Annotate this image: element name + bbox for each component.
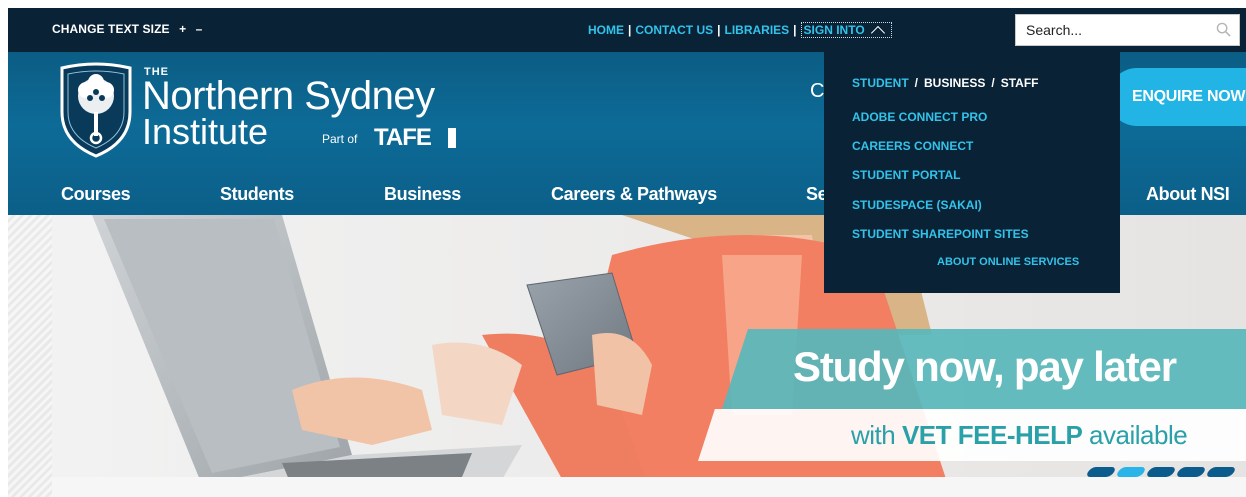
tab-business[interactable]: BUSINESS bbox=[924, 76, 985, 90]
nav-about-nsi[interactable]: About NSI bbox=[1146, 184, 1230, 205]
enquire-now-button[interactable]: ENQUIRE NOW bbox=[1108, 68, 1246, 126]
promo-sub-suffix: available bbox=[1082, 420, 1188, 450]
menu-item-student-sharepoint-sites[interactable]: STUDENT SHAREPOINT SITES bbox=[852, 227, 1029, 241]
carousel-dot-1[interactable] bbox=[1085, 467, 1117, 477]
carousel-dot-4[interactable] bbox=[1175, 467, 1207, 477]
menu-item-careers-connect[interactable]: CAREERS CONNECT bbox=[852, 139, 973, 153]
tafe-logo: TAFE bbox=[374, 124, 432, 151]
hero-left-pattern bbox=[8, 215, 53, 497]
text-size-control: CHANGE TEXT SIZE + – bbox=[52, 22, 202, 36]
promo-sub-prefix: with bbox=[851, 420, 902, 450]
nav-students[interactable]: Students bbox=[220, 184, 294, 205]
dropdown-tabs: STUDENT / BUSINESS / STAFF bbox=[852, 76, 1039, 90]
header-partial-text: C bbox=[810, 80, 825, 102]
logo-part-of: Part of bbox=[322, 132, 358, 146]
decrease-text-size-button[interactable]: – bbox=[196, 22, 203, 36]
libraries-link[interactable]: LIBRARIES bbox=[725, 23, 790, 37]
menu-item-studespace-sakai[interactable]: STUDESPACE (SAKAI) bbox=[852, 198, 982, 212]
contact-us-link[interactable]: CONTACT US bbox=[635, 23, 713, 37]
sign-into-dropdown: STUDENT / BUSINESS / STAFF ADOBE CONNECT PRO… bbox=[824, 52, 1120, 293]
text-size-label: CHANGE TEXT SIZE bbox=[52, 22, 170, 36]
utility-links: HOME | CONTACT US | LIBRARIES | SIGN INTO bbox=[588, 22, 892, 41]
divider: | bbox=[717, 23, 721, 37]
sign-into-toggle[interactable]: SIGN INTO bbox=[800, 22, 892, 41]
promo-subheadline: with VET FEE-HELP available bbox=[851, 420, 1188, 451]
home-link[interactable]: HOME bbox=[588, 23, 624, 37]
nav-business[interactable]: Business bbox=[384, 184, 461, 205]
promo-headline: Study now, pay later bbox=[793, 343, 1177, 390]
carousel-dot-3[interactable] bbox=[1145, 467, 1177, 477]
carousel-dot-2[interactable] bbox=[1115, 467, 1147, 477]
search-icon[interactable] bbox=[1216, 22, 1231, 37]
divider: | bbox=[628, 23, 632, 37]
nav-courses[interactable]: Courses bbox=[61, 184, 131, 205]
utility-bar: CHANGE TEXT SIZE + – HOME | CONTACT US | LIB… bbox=[8, 8, 1246, 52]
carousel-dots bbox=[1080, 467, 1237, 479]
search-input[interactable] bbox=[1016, 15, 1201, 45]
sign-into-label: SIGN INTO bbox=[803, 23, 865, 37]
nsw-mark bbox=[448, 128, 456, 148]
nav-careers-pathways[interactable]: Careers & Pathways bbox=[551, 184, 717, 205]
about-online-services-link[interactable]: ABOUT ONLINE SERVICES bbox=[937, 256, 1079, 268]
tab-staff[interactable]: STAFF bbox=[1001, 76, 1039, 90]
divider: / bbox=[914, 76, 919, 90]
logo-name-line2: Institute bbox=[142, 111, 269, 152]
menu-item-student-portal[interactable]: STUDENT PORTAL bbox=[852, 168, 960, 182]
tree-shield-icon bbox=[60, 62, 132, 158]
search-box bbox=[1015, 14, 1240, 46]
chevron-up-icon bbox=[870, 25, 885, 41]
promo-sub-bold: VET FEE-HELP bbox=[901, 420, 1083, 450]
increase-text-size-button[interactable]: + bbox=[179, 22, 186, 36]
divider: | bbox=[793, 23, 797, 37]
nsi-logo[interactable]: THE Northern Sydney Institute Part of TA… bbox=[56, 62, 476, 162]
divider: / bbox=[991, 76, 995, 90]
tab-student[interactable]: STUDENT bbox=[852, 76, 909, 90]
menu-item-adobe-connect-pro[interactable]: ADOBE CONNECT PRO bbox=[852, 110, 987, 124]
